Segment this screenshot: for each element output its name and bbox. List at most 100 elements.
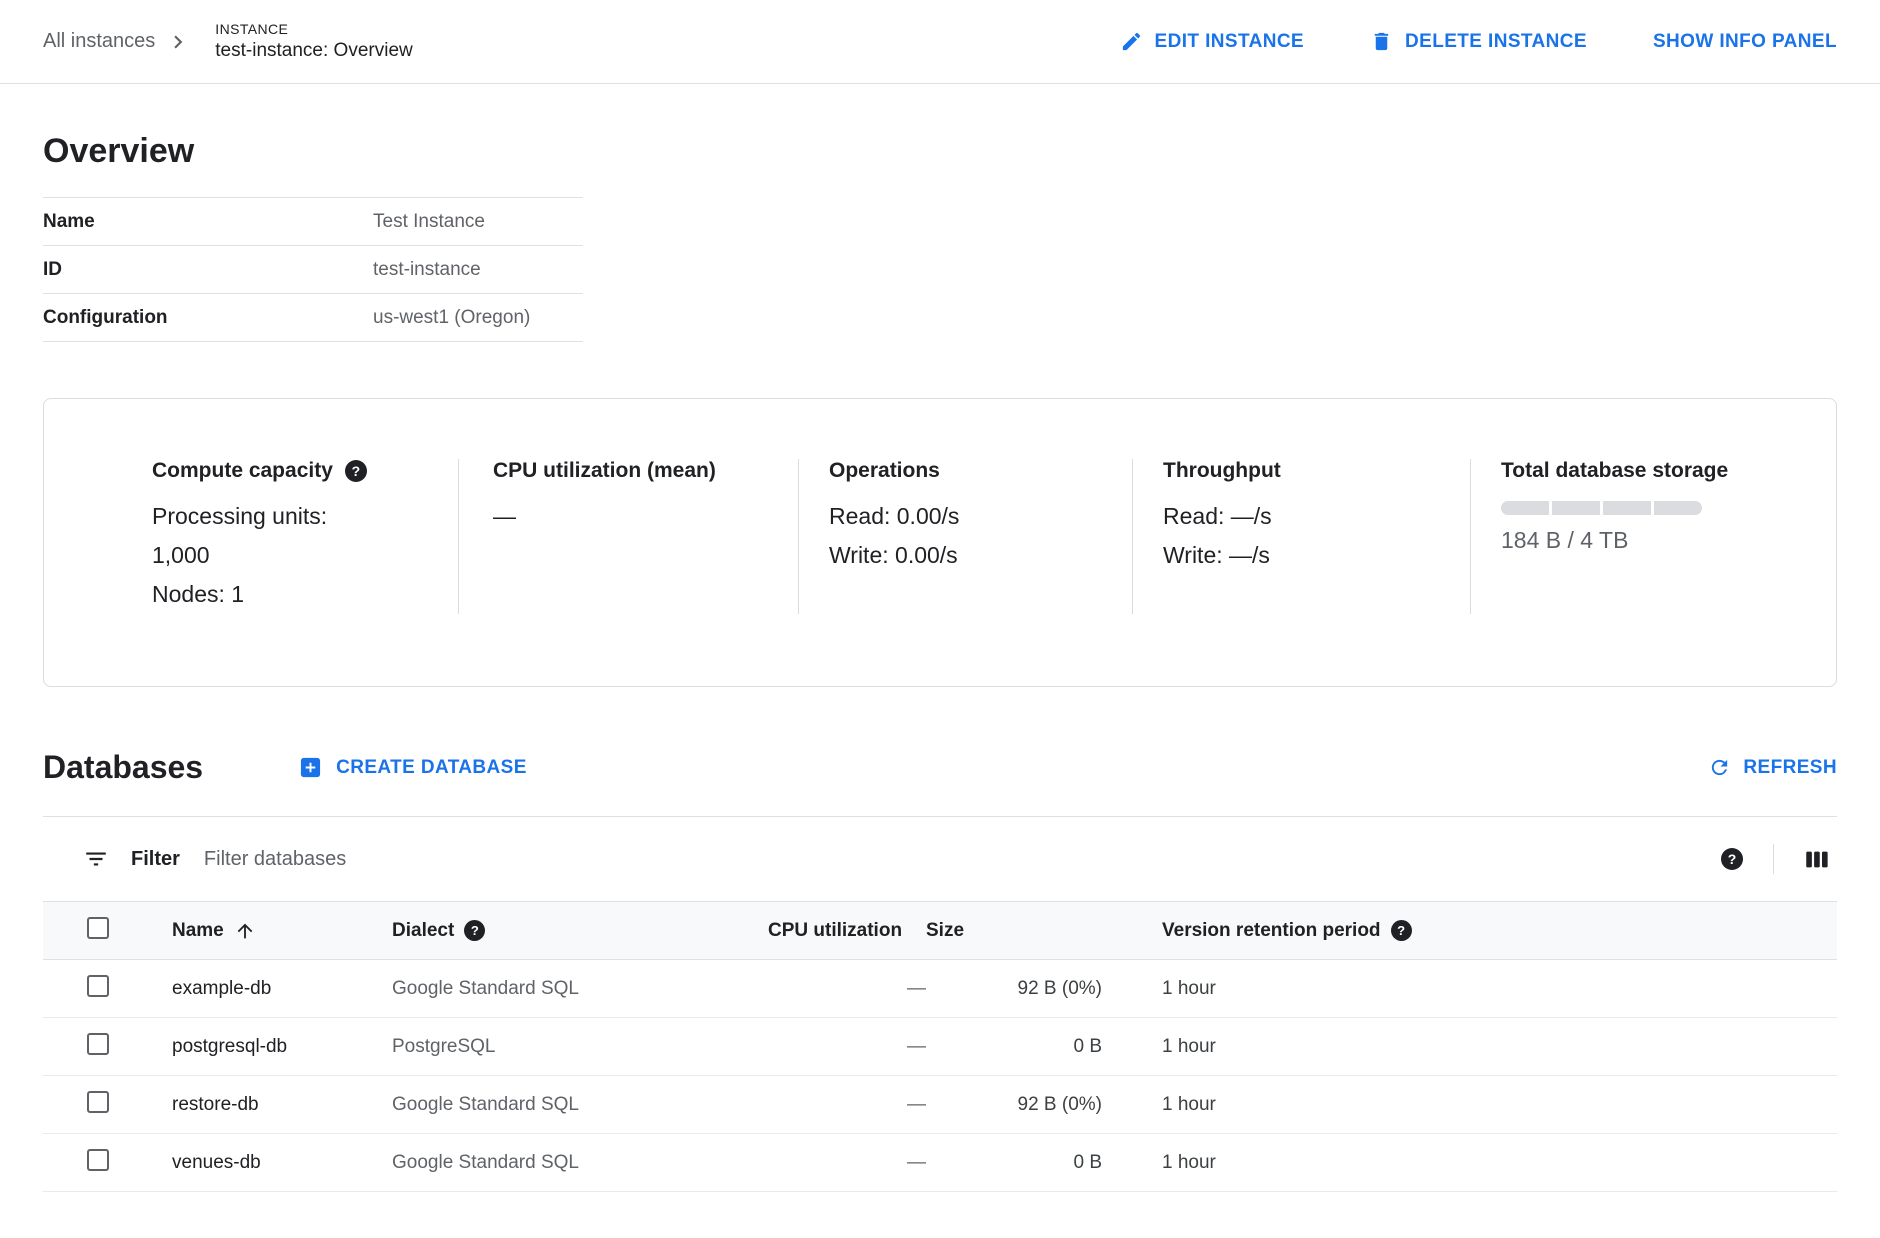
column-header-name[interactable]: Name [172, 920, 224, 942]
database-retention: 1 hour [1102, 1018, 1837, 1076]
metric-total-storage: Total database storage 184 B / 4 TB [1470, 459, 1836, 614]
detail-value: us-west1 (Oregon) [373, 307, 530, 329]
instance-details-table: Name Test Instance ID test-instance Conf… [43, 197, 583, 342]
page-title: test-instance: Overview [215, 40, 412, 62]
metric-value: Write: —/s [1163, 536, 1440, 575]
plus-square-icon [299, 756, 322, 779]
header-actions: EDIT INSTANCE DELETE INSTANCE SHOW INFO … [1120, 30, 1837, 53]
instance-heading: INSTANCE test-instance: Overview [215, 21, 412, 62]
instance-eyebrow: INSTANCE [215, 21, 412, 37]
database-cpu: — [768, 1018, 926, 1076]
databases-section-title: Databases [43, 749, 203, 786]
detail-label: Name [43, 211, 373, 233]
database-row[interactable]: venues-db Google Standard SQL — 0 B 1 ho… [43, 1134, 1837, 1192]
breadcrumb: All instances INSTANCE test-instance: Ov… [43, 21, 413, 62]
database-retention: 1 hour [1102, 1134, 1837, 1192]
row-checkbox[interactable] [87, 1033, 109, 1055]
trash-icon [1370, 30, 1393, 53]
database-name[interactable]: example-db [172, 960, 392, 1018]
detail-value: Test Instance [373, 211, 485, 233]
storage-value: 184 B / 4 TB [1501, 527, 1806, 554]
chevron-right-icon [165, 29, 191, 55]
column-display-icon[interactable] [1804, 846, 1831, 873]
database-cpu: — [768, 960, 926, 1018]
database-dialect: Google Standard SQL [392, 1076, 768, 1134]
metric-title: Throughput [1163, 459, 1281, 483]
refresh-button[interactable]: REFRESH [1708, 756, 1837, 779]
database-retention: 1 hour [1102, 960, 1837, 1018]
metric-value: — [493, 497, 768, 536]
database-row[interactable]: restore-db Google Standard SQL — 92 B (0… [43, 1076, 1837, 1134]
metric-value: Read: —/s [1163, 497, 1440, 536]
database-size: 92 B (0%) [926, 960, 1102, 1018]
metric-value: 1,000 [152, 536, 428, 575]
metric-title: CPU utilization (mean) [493, 459, 716, 483]
detail-row-configuration: Configuration us-west1 (Oregon) [43, 294, 583, 342]
row-checkbox[interactable] [87, 1149, 109, 1171]
row-checkbox[interactable] [87, 1091, 109, 1113]
show-info-panel-label: SHOW INFO PANEL [1653, 31, 1837, 53]
detail-row-id: ID test-instance [43, 246, 583, 294]
database-name[interactable]: restore-db [172, 1076, 392, 1134]
filter-help-icon[interactable]: ? [1721, 848, 1743, 870]
database-size: 92 B (0%) [926, 1076, 1102, 1134]
detail-row-name: Name Test Instance [43, 198, 583, 246]
metric-title: Compute capacity [152, 459, 333, 483]
storage-usage-bar [1501, 501, 1806, 515]
dialect-help-icon[interactable]: ? [464, 920, 485, 941]
database-row[interactable]: example-db Google Standard SQL — 92 B (0… [43, 960, 1837, 1018]
database-name[interactable]: postgresql-db [172, 1018, 392, 1076]
database-dialect: Google Standard SQL [392, 960, 768, 1018]
database-cpu: — [768, 1076, 926, 1134]
delete-instance-button[interactable]: DELETE INSTANCE [1370, 30, 1587, 53]
detail-label: Configuration [43, 307, 373, 329]
refresh-icon [1708, 756, 1731, 779]
sort-ascending-icon[interactable] [234, 920, 256, 942]
overview-section-title: Overview [43, 132, 1837, 171]
databases-section-header: Databases CREATE DATABASE REFRESH [43, 749, 1837, 786]
create-database-label: CREATE DATABASE [336, 757, 527, 779]
pencil-icon [1120, 30, 1143, 53]
database-name[interactable]: venues-db [172, 1134, 392, 1192]
create-database-button[interactable]: CREATE DATABASE [299, 756, 527, 779]
database-size: 0 B [926, 1134, 1102, 1192]
database-size: 0 B [926, 1018, 1102, 1076]
refresh-label: REFRESH [1743, 757, 1837, 779]
metric-compute-capacity: Compute capacity ? Processing units: 1,0… [44, 459, 458, 614]
column-header-dialect[interactable]: Dialect [392, 920, 454, 942]
edit-instance-button[interactable]: EDIT INSTANCE [1120, 30, 1304, 53]
metric-value: Nodes: 1 [152, 575, 428, 614]
select-all-checkbox[interactable] [87, 917, 109, 939]
row-checkbox[interactable] [87, 975, 109, 997]
show-info-panel-button[interactable]: SHOW INFO PANEL [1653, 31, 1837, 53]
database-dialect: Google Standard SQL [392, 1134, 768, 1192]
database-dialect: PostgreSQL [392, 1018, 768, 1076]
metrics-card: Compute capacity ? Processing units: 1,0… [43, 398, 1837, 687]
retention-help-icon[interactable]: ? [1391, 920, 1412, 941]
column-header-cpu[interactable]: CPU utilization [768, 902, 926, 960]
filter-bar-tools: ? [1721, 844, 1831, 874]
page-header: All instances INSTANCE test-instance: Ov… [0, 0, 1880, 84]
database-cpu: — [768, 1134, 926, 1192]
metric-operations: Operations Read: 0.00/s Write: 0.00/s [798, 459, 1132, 614]
help-icon[interactable]: ? [345, 460, 367, 482]
column-header-size[interactable]: Size [926, 902, 1102, 960]
metric-title: Total database storage [1501, 459, 1728, 483]
metric-value: Write: 0.00/s [829, 536, 1102, 575]
metric-value: Processing units: [152, 497, 428, 536]
database-retention: 1 hour [1102, 1076, 1837, 1134]
delete-instance-label: DELETE INSTANCE [1405, 31, 1587, 53]
metric-value: Read: 0.00/s [829, 497, 1102, 536]
filter-databases-input[interactable] [202, 847, 1699, 872]
edit-instance-label: EDIT INSTANCE [1155, 31, 1304, 53]
filter-icon [83, 846, 109, 872]
databases-table: Name Dialect ? CPU utilization Size [43, 901, 1837, 1192]
vertical-divider [1773, 844, 1774, 874]
detail-label: ID [43, 259, 373, 281]
breadcrumb-all-instances[interactable]: All instances [43, 30, 155, 53]
metric-throughput: Throughput Read: —/s Write: —/s [1132, 459, 1470, 614]
metric-cpu-utilization: CPU utilization (mean) — [458, 459, 798, 614]
database-row[interactable]: postgresql-db PostgreSQL — 0 B 1 hour [43, 1018, 1837, 1076]
table-header-row: Name Dialect ? CPU utilization Size [43, 902, 1837, 960]
column-header-retention[interactable]: Version retention period [1162, 920, 1381, 942]
